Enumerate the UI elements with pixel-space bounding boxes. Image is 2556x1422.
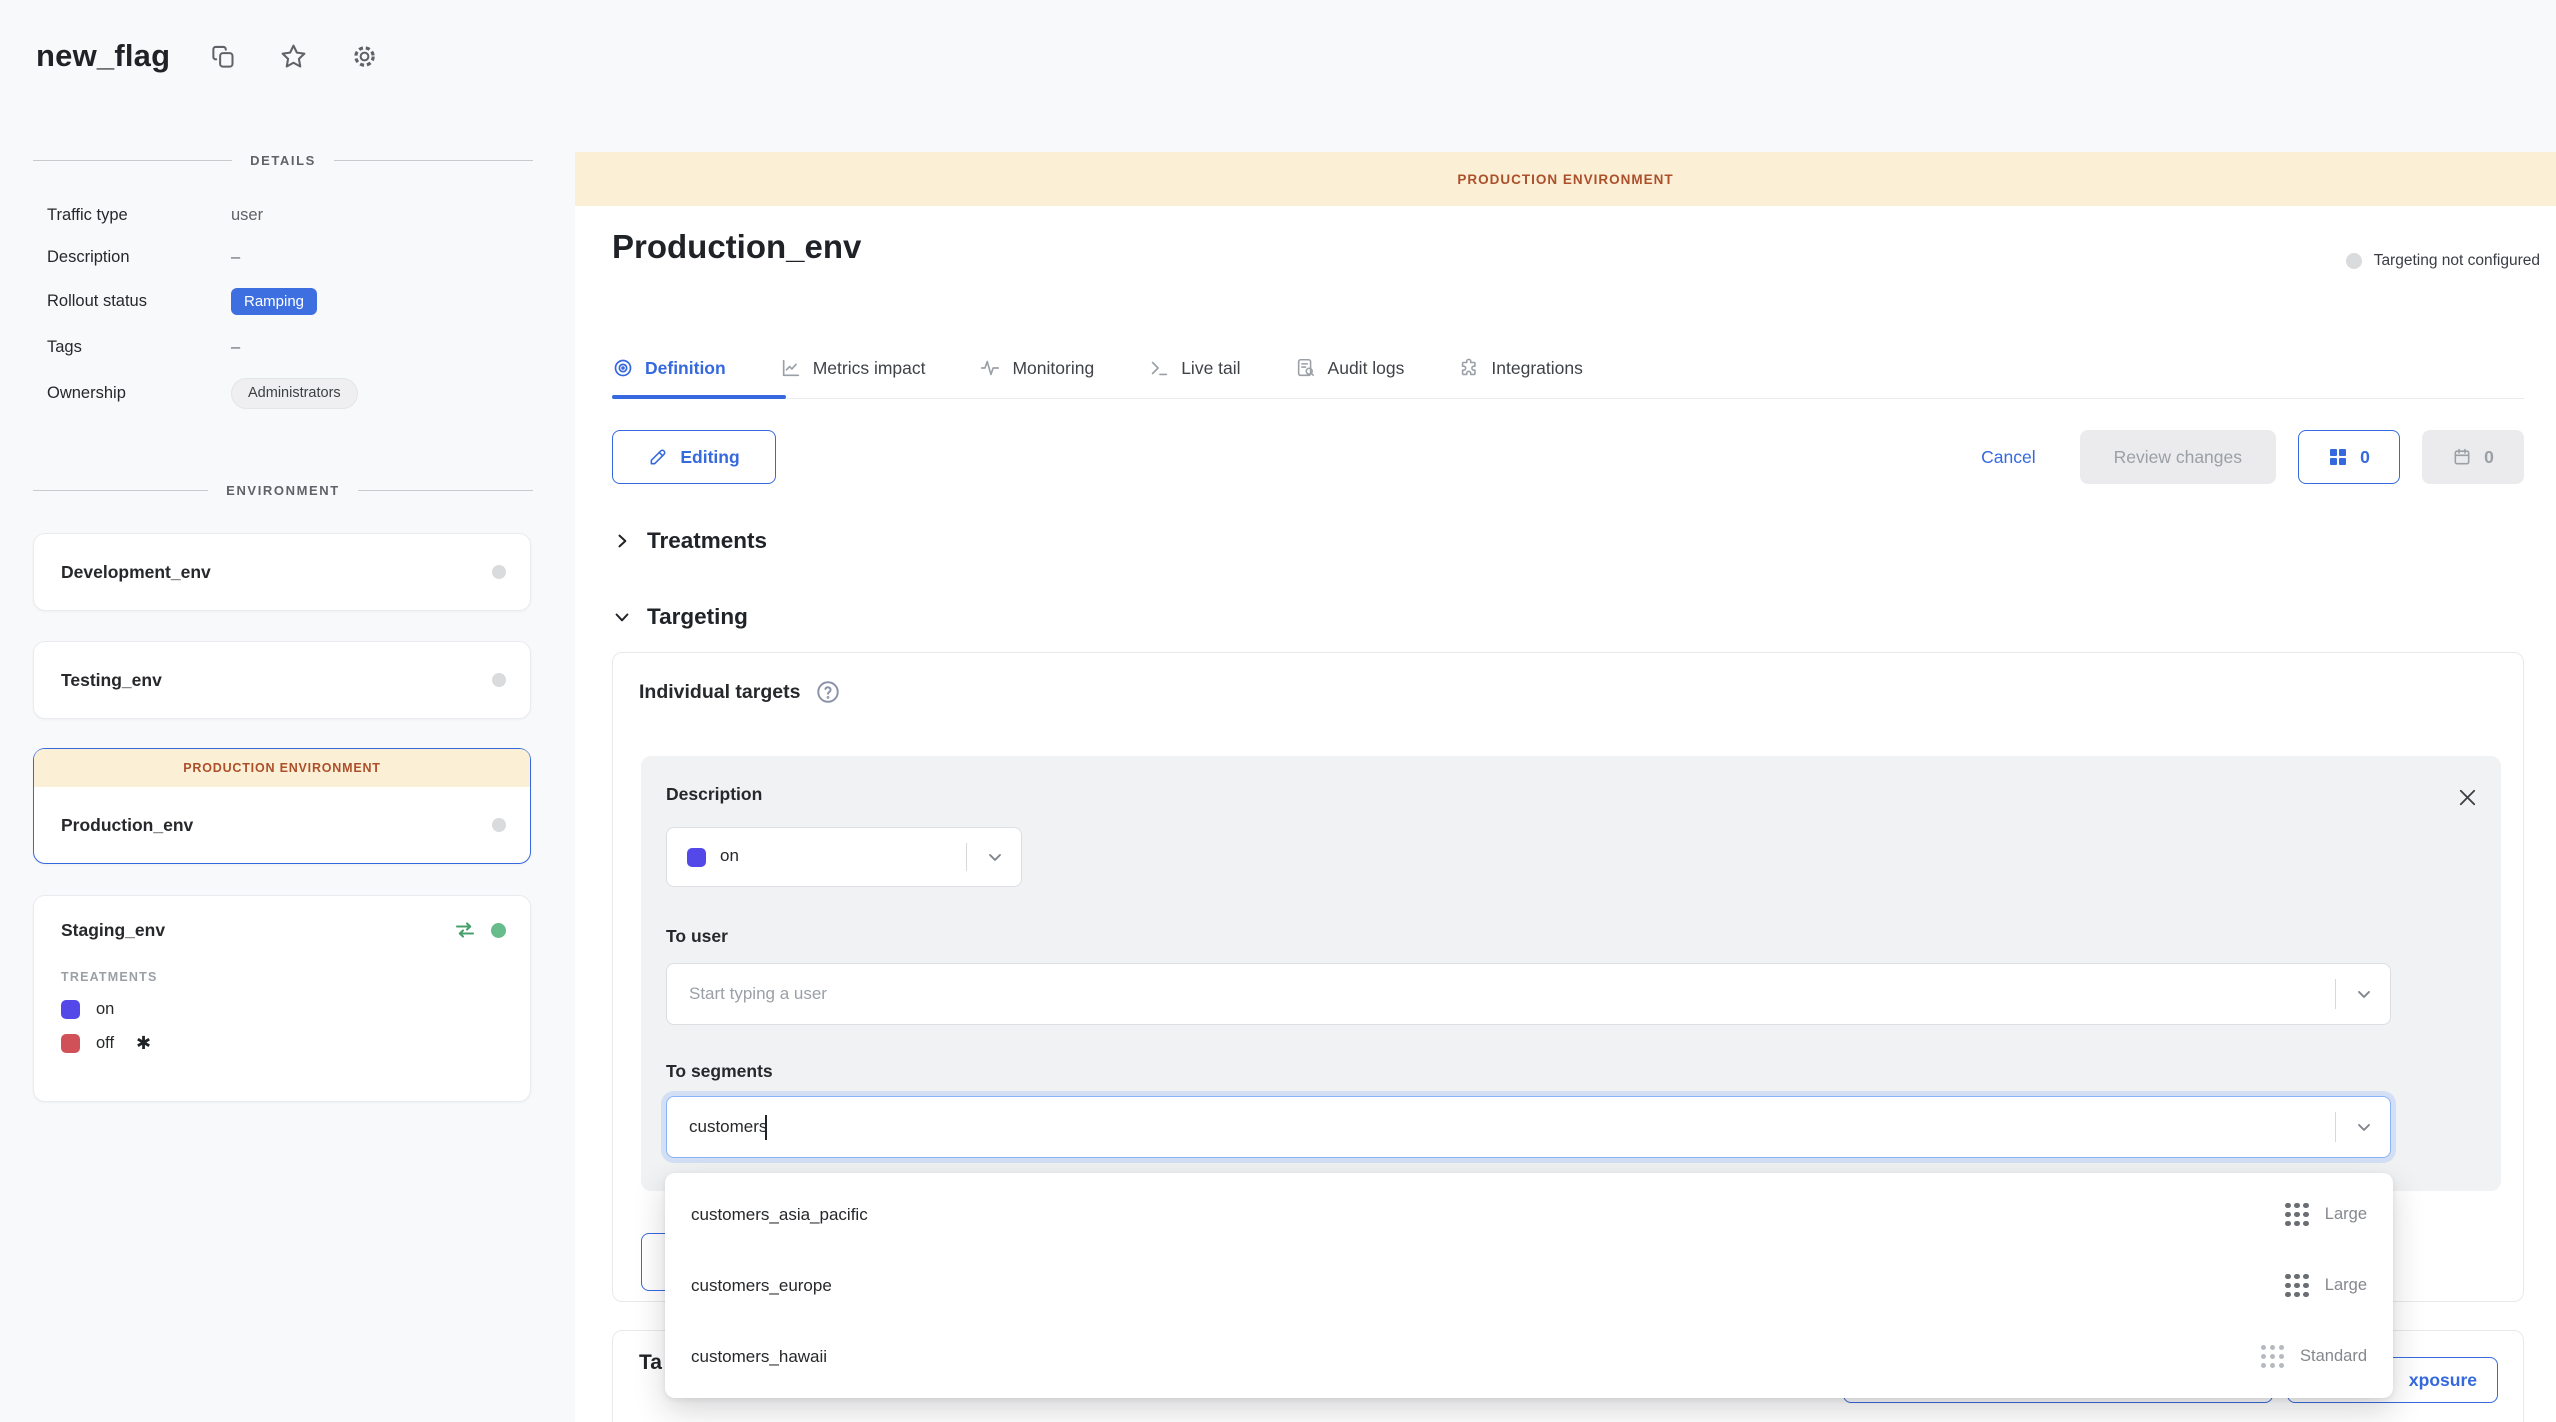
chevron-down-icon[interactable] <box>2354 1117 2374 1137</box>
close-icon[interactable] <box>2456 786 2479 809</box>
segment-standard-icon <box>2261 1345 2285 1369</box>
to-segments-input[interactable] <box>687 1097 2320 1157</box>
env-card-testing[interactable]: Testing_env <box>33 641 531 719</box>
calendar-icon <box>2452 447 2472 467</box>
chevron-down-icon[interactable] <box>2354 984 2374 1004</box>
transfer-arrows-icon <box>453 918 477 942</box>
copy-icon[interactable] <box>210 43 237 70</box>
gear-icon[interactable] <box>350 42 379 71</box>
individual-targets-title: Individual targets <box>639 681 800 704</box>
tab-definition[interactable]: Definition <box>612 357 726 379</box>
active-tab-underline <box>612 395 786 399</box>
env-card-production[interactable]: PRODUCTION ENVIRONMENT Production_env <box>33 748 531 864</box>
treatments-section-header[interactable]: Treatments <box>612 528 767 554</box>
chevron-down-icon <box>985 847 1005 867</box>
environment-title: Production_env <box>612 228 861 266</box>
env-status-dot <box>492 673 506 687</box>
detail-row-ownership: Ownership Administrators <box>47 378 358 409</box>
treatment-color-on <box>61 1000 80 1019</box>
audit-log-icon <box>1295 357 1317 379</box>
definition-target-icon <box>612 357 634 379</box>
rollout-status-badge: Ramping <box>231 288 317 315</box>
to-user-label: To user <box>666 926 728 947</box>
text-caret <box>765 1115 767 1140</box>
scheduled-changes-counter-button[interactable]: 0 <box>2422 430 2524 484</box>
env-status-dot-active <box>491 923 506 938</box>
status-dot-icon <box>2346 253 2362 269</box>
to-user-input[interactable] <box>687 964 2320 1024</box>
segment-large-icon <box>2285 1203 2309 1227</box>
favorite-star-icon[interactable] <box>279 42 308 71</box>
treatments-heading: TREATMENTS <box>61 970 506 984</box>
tab-audit-logs[interactable]: Audit logs <box>1295 357 1405 379</box>
treatment-color-swatch <box>687 848 706 867</box>
environment-heading: ENVIRONMENT <box>226 483 340 498</box>
detail-row-description: Description – <box>47 248 240 267</box>
grid-icon <box>2328 447 2348 467</box>
flag-title: new_flag <box>36 38 170 74</box>
tab-metrics-impact[interactable]: Metrics impact <box>780 357 926 379</box>
production-environment-banner: PRODUCTION ENVIRONMENT <box>575 152 2556 206</box>
ownership-pill[interactable]: Administrators <box>231 378 358 409</box>
segment-option-asia-pacific[interactable]: customers_asia_pacific Large <box>665 1179 2393 1250</box>
targeting-status: Targeting not configured <box>2346 252 2540 270</box>
help-icon[interactable] <box>815 679 841 705</box>
to-segments-field <box>666 1096 2391 1158</box>
environment-divider: ENVIRONMENT <box>33 483 533 498</box>
details-heading: DETAILS <box>250 153 316 168</box>
targeting-section-header[interactable]: Targeting <box>612 604 748 630</box>
review-changes-button[interactable]: Review changes <box>2080 430 2276 484</box>
segment-option-europe[interactable]: customers_europe Large <box>665 1250 2393 1321</box>
default-treatment-icon: ✱ <box>136 1033 151 1054</box>
treatment-select[interactable]: on <box>666 827 1022 887</box>
segment-large-icon <box>2285 1274 2309 1298</box>
editing-button[interactable]: Editing <box>612 430 776 484</box>
puzzle-icon <box>1458 357 1480 379</box>
production-env-card-banner: PRODUCTION ENVIRONMENT <box>34 749 530 787</box>
monitoring-pulse-icon <box>979 357 1001 379</box>
env-status-dot <box>492 565 506 579</box>
target-rule-panel: Description on To user To segments <box>641 756 2501 1191</box>
pending-changes-counter-button[interactable]: 0 <box>2298 430 2400 484</box>
env-card-development[interactable]: Development_env <box>33 533 531 611</box>
chevron-right-icon <box>612 531 632 551</box>
tabs-divider <box>612 398 2524 399</box>
detail-row-rollout-status: Rollout status Ramping <box>47 288 317 315</box>
metrics-chart-icon <box>780 357 802 379</box>
segments-dropdown: customers_asia_pacific Large customers_e… <box>665 1173 2393 1398</box>
treatment-color-off <box>61 1034 80 1053</box>
tab-live-tail[interactable]: Live tail <box>1148 357 1240 379</box>
pencil-icon <box>648 447 668 467</box>
cancel-button[interactable]: Cancel <box>1981 447 2035 468</box>
detail-row-tags: Tags – <box>47 338 240 357</box>
to-segments-label: To segments <box>666 1061 773 1082</box>
page: new_flag DETAILS Traffic type user Descr… <box>0 0 2556 1422</box>
lower-card-heading: Ta <box>639 1351 662 1375</box>
details-divider: DETAILS <box>33 153 533 168</box>
segment-option-hawaii[interactable]: customers_hawaii Standard <box>665 1321 2393 1392</box>
to-user-field <box>666 963 2391 1025</box>
terminal-icon <box>1148 357 1170 379</box>
treatment-select-value: on <box>720 846 739 866</box>
tab-monitoring[interactable]: Monitoring <box>979 357 1094 379</box>
chevron-down-icon <box>612 607 632 627</box>
env-card-staging[interactable]: Staging_env TREATMENTS on off ✱ <box>33 895 531 1102</box>
env-status-dot <box>492 818 506 832</box>
detail-row-traffic-type: Traffic type user <box>47 206 263 225</box>
tab-integrations[interactable]: Integrations <box>1458 357 1582 379</box>
description-label: Description <box>666 784 762 805</box>
